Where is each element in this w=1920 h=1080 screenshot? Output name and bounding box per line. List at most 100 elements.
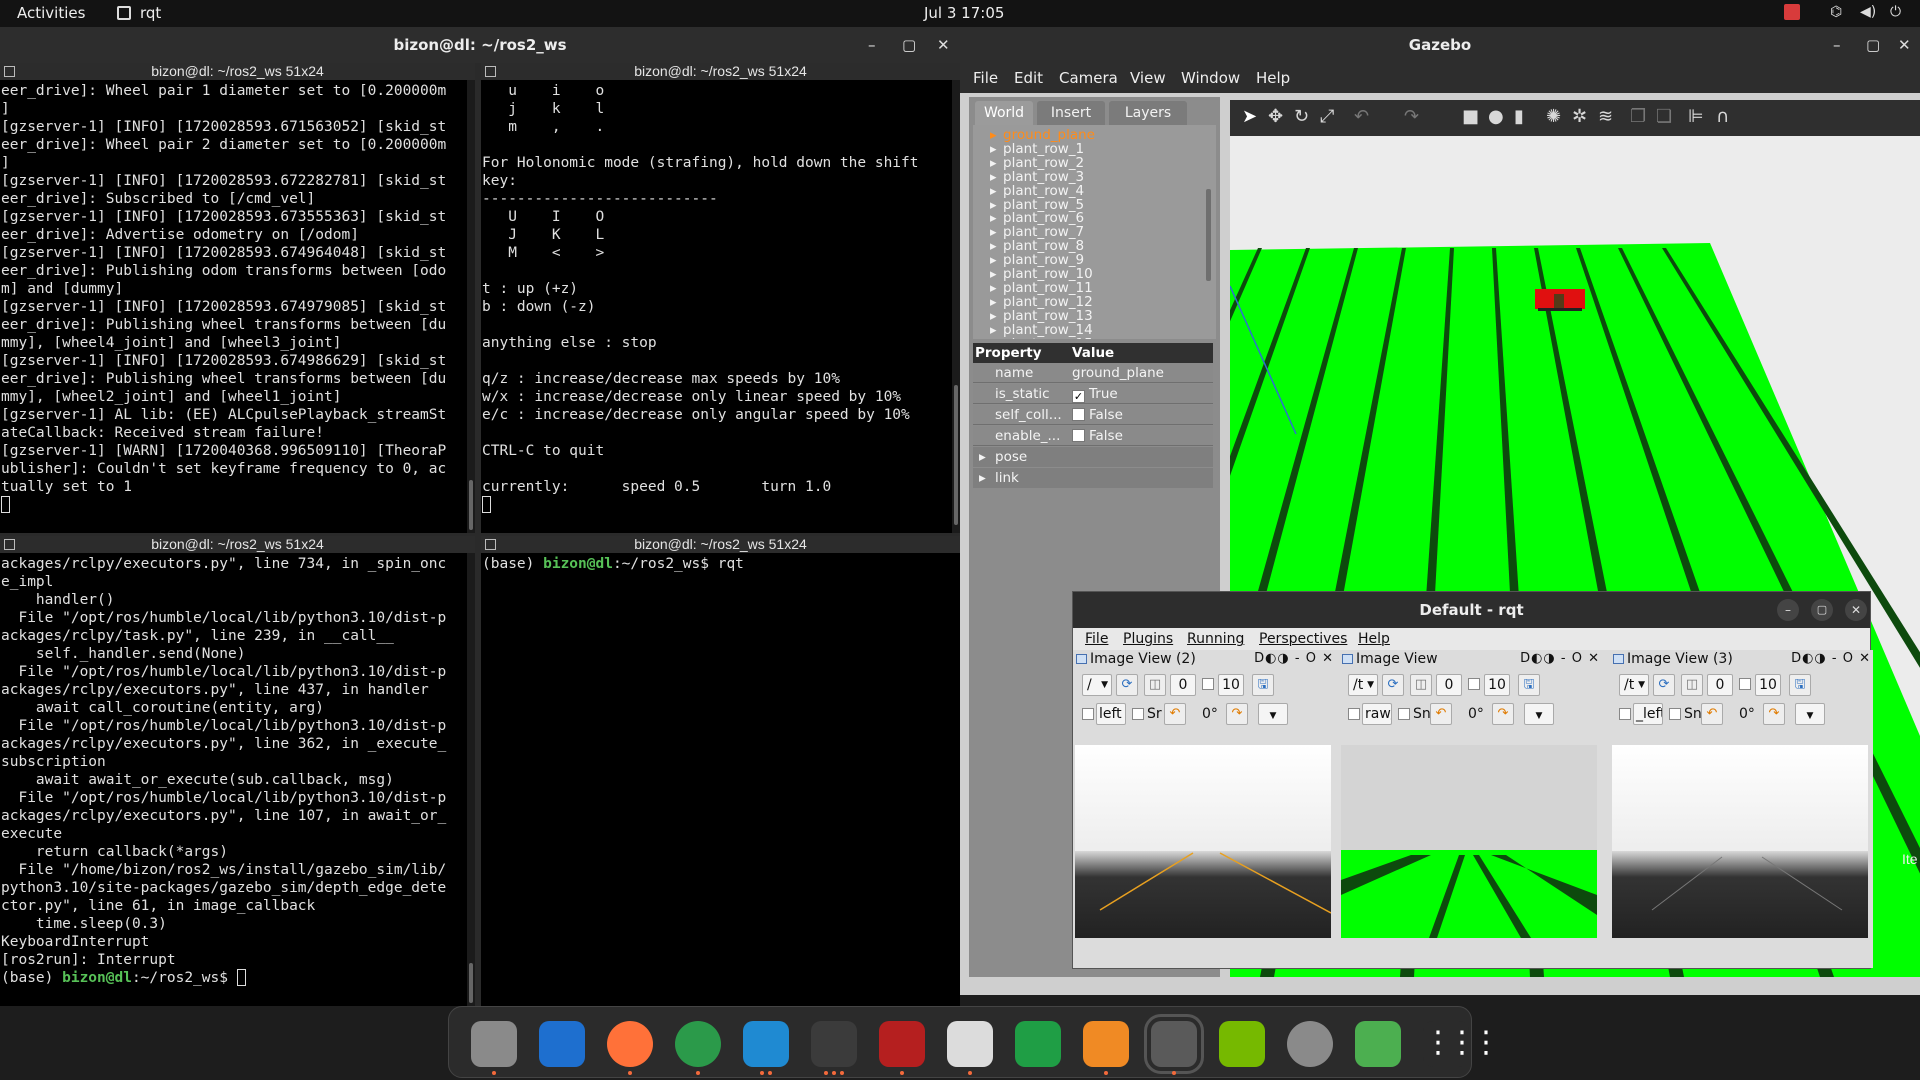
magnet-icon[interactable]: ∩ [1716,106,1729,127]
directional-light-icon[interactable]: ≋ [1598,106,1613,127]
activities-button[interactable]: Activities [17,4,85,22]
image-display[interactable] [1612,745,1868,938]
smooth-checkbox[interactable] [1132,708,1144,720]
min-spinbox[interactable]: 0 [1170,674,1196,696]
clock[interactable]: Jul 3 17:05 [924,4,1004,22]
chrome-icon[interactable] [675,1021,721,1067]
minimize-button[interactable]: – [1833,27,1841,63]
tree-scrollbar[interactable] [1206,189,1211,281]
scrollbar[interactable] [467,80,475,533]
refresh-topics-button[interactable]: ⟳ [1382,674,1404,696]
tree-item-plant-row-15[interactable]: plant_row_15 [990,336,1093,340]
undo-icon[interactable]: ↶ [1354,106,1369,127]
color-scheme-combobox[interactable]: ▼ [1795,703,1825,725]
property-value[interactable]: False [1072,405,1123,425]
close-button[interactable]: ✕ [1898,27,1911,63]
remote-desktop-icon[interactable] [539,1021,585,1067]
property-checkbox[interactable] [1072,429,1085,442]
property-row[interactable]: self_coll... False [973,405,1213,425]
refresh-topics-button[interactable]: ⟳ [1116,674,1138,696]
save-image-button[interactable]: 🖫 [1789,674,1811,696]
tab-layers[interactable]: Layers [1109,101,1187,125]
group-link[interactable]: ▸ link [973,468,1213,488]
record-indicator-icon[interactable] [1784,4,1800,20]
trash-icon[interactable] [1355,1021,1401,1067]
translate-tool-icon[interactable]: ✥ [1268,106,1283,127]
app-grid-active-icon[interactable] [1144,1014,1204,1074]
topic-combobox[interactable]: /t ▼ [1348,674,1378,696]
zoom-button[interactable]: ◫ [1144,674,1166,696]
dock-controls[interactable]: D◐◑ - O ✕ [1254,651,1334,666]
terminal-pane-bottom-left[interactable]: bizon@dl: ~/ros2_ws 51x24 ackages/rclpy/… [0,536,475,1006]
menu-perspectives[interactable]: Perspectives [1259,631,1347,647]
image-display[interactable] [1075,745,1331,938]
nvidia-icon[interactable] [1219,1021,1265,1067]
dynamic-range-checkbox[interactable] [1202,678,1214,690]
terminal-pane-top-right[interactable]: bizon@dl: ~/ros2_ws 51x24 u i o j k l m … [481,63,960,533]
menu-camera[interactable]: Camera [1059,69,1118,87]
terminal-pane-bottom-right[interactable]: bizon@dl: ~/ros2_ws 51x24 (base) bizon@d… [481,536,960,1006]
property-row[interactable]: name ground_plane [973,363,1213,383]
topic-combobox[interactable]: / ▼ [1082,674,1112,696]
redo-icon[interactable]: ↷ [1404,106,1419,127]
max-spinbox[interactable]: 10 [1755,674,1781,696]
terminal-icon[interactable] [811,1021,857,1067]
menu-help[interactable]: Help [1256,69,1290,87]
min-spinbox[interactable]: 0 [1436,674,1462,696]
menu-view[interactable]: View [1130,69,1166,87]
terminator-titlebar[interactable]: bizon@dl: ~/ros2_ws – ▢ ✕ [0,27,960,63]
menu-file[interactable]: File [1085,631,1108,647]
color-scheme-combobox[interactable]: ▼ [1258,703,1288,725]
rqt-titlebar[interactable]: Default - rqt – ▢ ✕ [1073,592,1870,628]
menu-window[interactable]: Window [1181,69,1240,87]
paste-icon[interactable]: ❏ [1656,106,1672,127]
spot-light-icon[interactable]: ✲ [1572,106,1587,127]
minimize-button[interactable]: – [868,27,876,63]
menu-file[interactable]: File [973,69,998,87]
save-image-button[interactable]: 🖫 [1518,674,1540,696]
smooth-checkbox[interactable] [1669,708,1681,720]
mouse-publish-checkbox[interactable] [1082,708,1094,720]
terminal-pane-top-left[interactable]: bizon@dl: ~/ros2_ws 51x24 eer_drive]: Wh… [0,63,475,533]
terminal-output[interactable]: (base) bizon@dl:~/ros2_ws$ rqt [481,553,960,1006]
zoom-button[interactable]: ◫ [1681,674,1703,696]
rotate-left-button[interactable]: ↶ [1430,703,1452,725]
property-checkbox[interactable] [1072,408,1085,421]
sphere-shape-icon[interactable]: ● [1488,106,1504,127]
max-spinbox[interactable]: 10 [1218,674,1244,696]
property-row[interactable]: enable_... False [973,426,1213,446]
mouse-publish-checkbox[interactable] [1619,708,1631,720]
rotate-right-button[interactable]: ↷ [1492,703,1514,725]
scrollbar[interactable] [467,553,475,1006]
copy-icon[interactable]: ❐ [1630,106,1646,127]
zoom-button[interactable]: ◫ [1410,674,1432,696]
pane-splitter-horizontal[interactable] [0,533,960,536]
terminal-output[interactable]: ackages/rclpy/executors.py", line 734, i… [0,553,475,1006]
align-icon[interactable]: ⊫ [1688,106,1704,127]
dynamic-range-checkbox[interactable] [1468,678,1480,690]
model-tree[interactable]: ground_planeplant_row_1plant_row_2plant_… [973,125,1216,339]
menu-edit[interactable]: Edit [1014,69,1043,87]
image-display[interactable] [1341,745,1597,938]
gazebo-titlebar[interactable]: Gazebo – ▢ ✕ [960,27,1920,63]
rotate-tool-icon[interactable]: ↻ [1294,106,1309,127]
firefox-icon[interactable] [607,1021,653,1067]
maximize-button[interactable]: ▢ [1866,27,1880,63]
menu-running[interactable]: Running [1187,631,1244,647]
close-button[interactable]: ✕ [1845,599,1867,621]
min-spinbox[interactable]: 0 [1707,674,1733,696]
cylinder-shape-icon[interactable]: ▮ [1514,106,1524,127]
sublime-icon[interactable] [1083,1021,1129,1067]
terminal-output[interactable]: u i o j k l m , . For Holonomic mode (st… [481,80,960,533]
terminator-icon[interactable] [879,1021,925,1067]
files-icon[interactable] [471,1021,517,1067]
save-image-button[interactable]: 🖫 [1252,674,1274,696]
mouse-topic-field[interactable]: left [1096,703,1126,725]
spreadsheet-icon[interactable] [1015,1021,1061,1067]
rotate-left-button[interactable]: ↶ [1164,703,1186,725]
show-apps-icon[interactable]: ⋮⋮⋮ [1423,1021,1501,1067]
disc-icon[interactable] [1287,1021,1333,1067]
point-light-icon[interactable]: ✺ [1546,106,1561,127]
rotate-right-button[interactable]: ↷ [1226,703,1248,725]
maximize-button[interactable]: ▢ [902,27,916,63]
